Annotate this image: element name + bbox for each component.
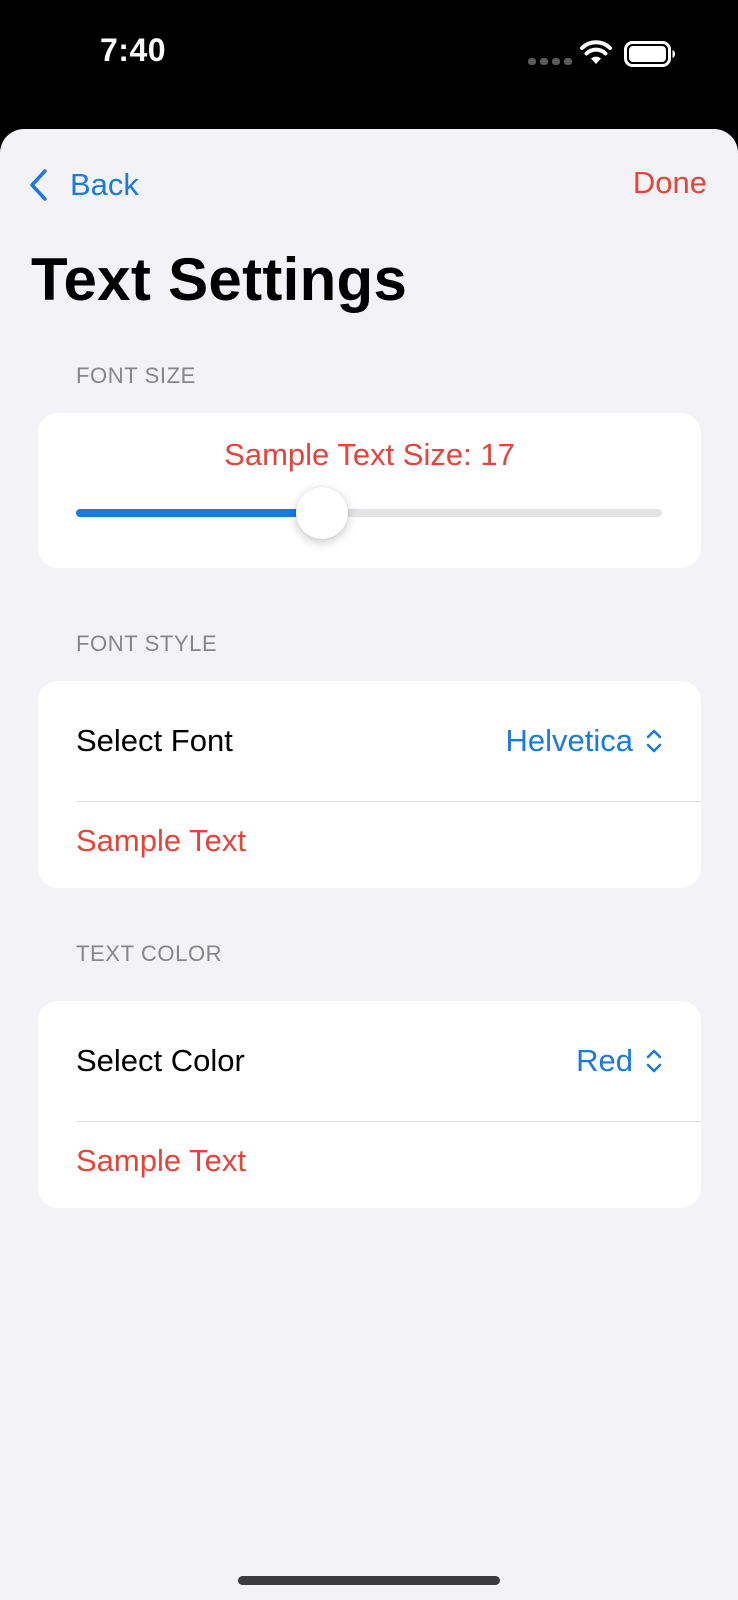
select-font-label: Select Font	[76, 723, 233, 758]
row-divider	[76, 801, 701, 802]
font-sample-text: Sample Text	[76, 823, 247, 858]
color-picker[interactable]: Red	[576, 1043, 663, 1079]
text-color-section-header: TEXT COLOR	[76, 941, 223, 966]
font-style-section-header: FONT STYLE	[76, 631, 218, 656]
wifi-icon	[580, 40, 612, 64]
font-size-slider[interactable]	[76, 487, 662, 539]
status-bar: 7:40	[0, 0, 738, 130]
page-title: Text Settings	[31, 246, 408, 313]
settings-sheet: Back Done Text Settings FONT SIZE Sample…	[0, 129, 738, 1600]
chevron-up-down-icon	[646, 729, 662, 753]
font-picker[interactable]: Helvetica	[506, 723, 664, 759]
status-time: 7:40	[100, 32, 167, 68]
font-style-card: Select Font Helvetica Sample Text	[38, 681, 701, 888]
slider-thumb[interactable]	[296, 487, 348, 539]
font-size-section-header: FONT SIZE	[76, 363, 196, 388]
chevron-up-down-icon	[646, 1049, 662, 1073]
cellular-signal-icon	[528, 58, 572, 65]
home-indicator	[238, 1576, 500, 1585]
select-font-row[interactable]: Select Font Helvetica	[38, 681, 701, 801]
back-button[interactable]: Back	[28, 167, 139, 203]
font-picker-value: Helvetica	[505, 723, 634, 758]
select-color-label: Select Color	[76, 1043, 245, 1078]
slider-fill	[76, 509, 322, 517]
color-picker-value: Red	[576, 1043, 633, 1078]
sample-text-size-label: Sample Text Size: 17	[224, 437, 515, 472]
chevron-left-icon	[30, 169, 47, 201]
row-divider	[76, 1121, 701, 1122]
select-color-row[interactable]: Select Color Red	[38, 1001, 701, 1121]
back-button-label: Back	[70, 167, 139, 202]
battery-icon	[624, 41, 675, 67]
color-sample-text: Sample Text	[76, 1143, 247, 1178]
font-size-card: Sample Text Size: 17	[38, 413, 701, 568]
done-button[interactable]: Done	[633, 165, 707, 201]
text-color-card: Select Color Red Sample Text	[38, 1001, 701, 1208]
